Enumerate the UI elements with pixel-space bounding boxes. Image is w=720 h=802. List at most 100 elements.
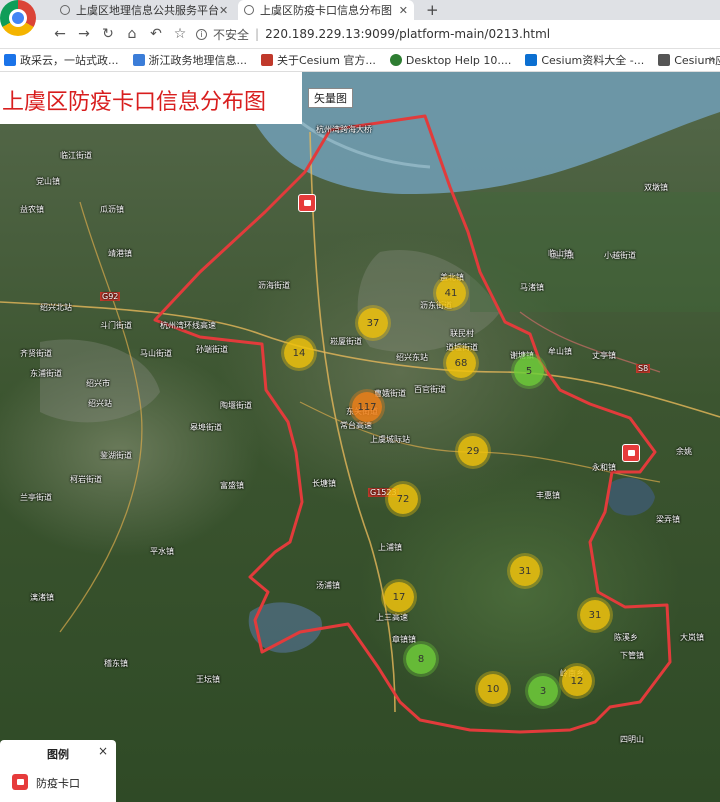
bookmark-item[interactable]: Desktop Help 10....: [386, 54, 511, 67]
cluster-marker[interactable]: 41: [436, 278, 466, 308]
cluster-marker[interactable]: 17: [384, 582, 414, 612]
map-place-label: 崧厦街道: [330, 337, 362, 346]
bookmark-favicon-icon: [4, 54, 16, 66]
bookmark-label: 政采云，一站式政...: [20, 54, 119, 67]
back-icon[interactable]: ←: [50, 24, 70, 44]
map-place-label: 皋埠街道: [190, 423, 222, 432]
map-place-label: 马渚镇: [520, 283, 544, 292]
address-bar[interactable]: i 不安全 | 220.189.229.13:9099/platform-mai…: [196, 23, 720, 45]
tab-strip: 上虞区地理信息公共服务平台 ✕ 上虞区防疫卡口信息分布图 ✕ +: [0, 0, 720, 20]
map-place-label: 大岚镇: [680, 633, 704, 642]
map-place-label: 靖港镇: [108, 249, 132, 258]
map-place-label: 余姚: [676, 447, 692, 456]
bookmark-star-icon[interactable]: ☆: [170, 24, 190, 44]
map-place-label: 联民村: [450, 329, 474, 338]
map-place-label: 陶堰街道: [220, 401, 252, 410]
map-place-label: 牟山镇: [548, 347, 572, 356]
map-basemap: [0, 72, 720, 734]
home-icon[interactable]: ⌂: [122, 24, 142, 44]
map-place-label: 梁弄镇: [656, 515, 680, 524]
cluster-marker[interactable]: 29: [458, 436, 488, 466]
cluster-marker[interactable]: 3: [528, 676, 558, 706]
map-place-label: 漓渚镇: [30, 593, 54, 602]
map-road-badge: G92: [100, 292, 121, 301]
page-title: 上虞区防疫卡口信息分布图: [2, 90, 267, 115]
bookmarks-overflow-icon[interactable]: »: [709, 52, 716, 66]
close-tab-icon[interactable]: ✕: [219, 4, 228, 17]
map-place-label: 章镇镇: [392, 635, 416, 644]
new-tab-button[interactable]: +: [426, 0, 439, 20]
map-place-label: 柯岩街道: [70, 475, 102, 484]
map-place-label: 杭州湾环线高速: [160, 321, 216, 330]
map-place-label: 下管镇: [620, 651, 644, 660]
tab-title: 上虞区地理信息公共服务平台: [76, 4, 219, 17]
map-place-label: 丈亭镇: [592, 351, 616, 360]
bookmark-label: 关于Cesium 官方...: [277, 54, 376, 67]
map-place-label: 沥海街道: [258, 281, 290, 290]
map-road-badge: S8: [636, 364, 651, 373]
cluster-marker[interactable]: 31: [510, 556, 540, 586]
forward-icon[interactable]: →: [74, 24, 94, 44]
checkpoint-marker-icon[interactable]: [298, 194, 316, 212]
map-title-panel: 上虞区防疫卡口信息分布图: [0, 72, 302, 124]
map-place-label: 上虞城际站: [370, 435, 410, 444]
map-place-label: 瓜沥镇: [100, 205, 124, 214]
bookmark-item[interactable]: 政采云，一站式政...: [0, 52, 119, 68]
cluster-marker[interactable]: 12: [562, 666, 592, 696]
map-place-label: 绍兴东站: [396, 353, 428, 362]
map-place-label: 东浦街道: [30, 369, 62, 378]
reload-icon[interactable]: ↻: [98, 24, 118, 44]
globe-icon: [244, 5, 254, 15]
map-place-label: 斗门街道: [100, 321, 132, 330]
map-place-label: 鉴湖街道: [100, 451, 132, 460]
checkpoint-legend-icon: [12, 774, 28, 790]
cluster-marker[interactable]: 10: [478, 674, 508, 704]
bookmark-label: Cesium资料大全 -...: [541, 54, 645, 67]
bookmark-favicon-icon: [389, 54, 402, 66]
legend-close-button[interactable]: ×: [98, 744, 108, 758]
bookmark-favicon-icon: [261, 54, 273, 66]
cluster-marker[interactable]: 14: [284, 338, 314, 368]
cluster-marker[interactable]: 8: [406, 644, 436, 674]
map-place-label: 上三高速: [376, 613, 408, 622]
bookmark-item[interactable]: 关于Cesium 官方...: [257, 52, 376, 68]
map-place-label: 陈溪乡: [614, 633, 638, 642]
map-place-label: 双墩镇: [644, 183, 668, 192]
map-viewport[interactable]: 临江街道 党山镇 益农镇 瓜沥镇 靖港镇 绍兴北站 斗门街道 马山街道 孙端街道…: [0, 72, 720, 802]
map-place-label: 小越街道: [604, 251, 636, 260]
cluster-marker[interactable]: 5: [514, 356, 544, 386]
cluster-marker[interactable]: 37: [358, 308, 388, 338]
map-place-label: 益农镇: [20, 205, 44, 214]
map-place-label: 杭州湾跨海大桥: [316, 125, 372, 134]
tab-distribution-map[interactable]: 上虞区防疫卡口信息分布图 ✕: [238, 0, 414, 20]
cluster-marker[interactable]: 68: [446, 348, 476, 378]
bookmark-item[interactable]: 浙江政务地理信息...: [129, 52, 248, 68]
close-tab-icon[interactable]: ✕: [399, 4, 408, 17]
map-place-label: 马山街道: [140, 349, 172, 358]
tab-platform[interactable]: 上虞区地理信息公共服务平台 ✕: [54, 0, 234, 20]
bookmark-item[interactable]: Cesium资料大全 -...: [521, 52, 644, 68]
browser-window: 上虞区地理信息公共服务平台 ✕ 上虞区防疫卡口信息分布图 ✕ + ← → ↻ ⌂…: [0, 0, 720, 802]
security-status: 不安全: [213, 27, 250, 42]
cluster-marker[interactable]: 72: [388, 484, 418, 514]
map-place-label: 四明山: [620, 735, 644, 744]
map-place-label: 临山镇: [548, 249, 572, 258]
url-text[interactable]: 220.189.229.13:9099/platform-main/0213.h…: [265, 27, 550, 41]
info-icon[interactable]: i: [196, 28, 207, 40]
bookmark-favicon-icon: [658, 54, 671, 66]
undo-icon[interactable]: ↶: [146, 24, 166, 44]
checkpoint-marker-icon[interactable]: [622, 444, 640, 462]
map-place-label: 绍兴站: [88, 399, 112, 408]
map-place-label: 上浦镇: [378, 543, 402, 552]
map-place-label: 临江街道: [60, 151, 92, 160]
cluster-marker[interactable]: 31: [580, 600, 610, 630]
address-separator: |: [255, 27, 260, 41]
legend-panel: 图例 × 防疫卡口: [0, 740, 116, 802]
vector-layer-button[interactable]: 矢量图: [308, 88, 353, 108]
map-place-label: 绍兴市: [86, 379, 110, 388]
cluster-marker[interactable]: 117: [352, 392, 382, 422]
map-place-label: 稽东镇: [104, 659, 128, 668]
bookmark-label: Desktop Help 10....: [405, 53, 512, 67]
map-place-label: 兰亭街道: [20, 493, 52, 502]
bookmark-label: 浙江政务地理信息...: [148, 54, 248, 67]
